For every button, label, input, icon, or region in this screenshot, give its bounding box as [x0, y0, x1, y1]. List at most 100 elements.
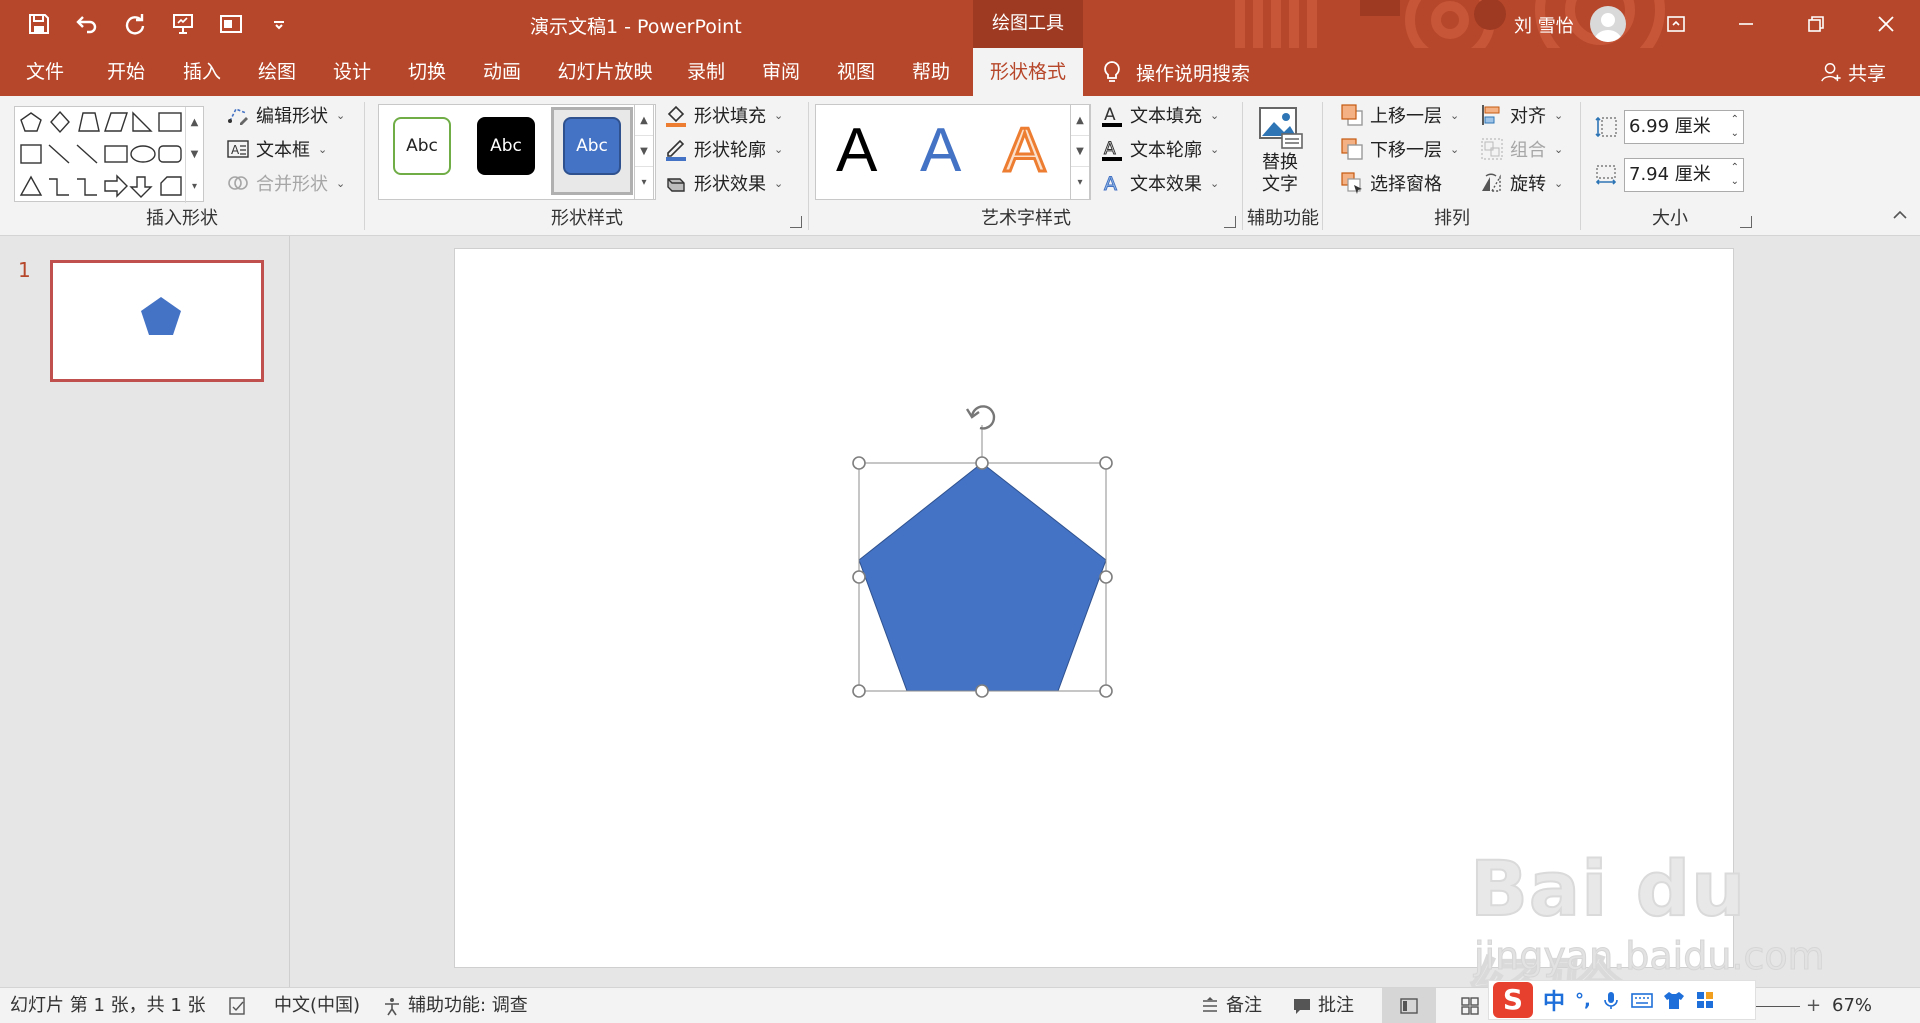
collapse-ribbon-button[interactable]: [1892, 207, 1908, 227]
shape-line-icon: [48, 144, 70, 164]
tab-design[interactable]: 设计: [326, 48, 378, 96]
shape-oval-icon: [130, 145, 156, 163]
tell-me-search[interactable]: 操作说明搜索: [1100, 48, 1250, 96]
shapes-gallery-scroll[interactable]: ▲ ▼ ▾: [185, 107, 203, 203]
zoom-level[interactable]: 67%: [1832, 988, 1872, 1023]
shapes-gallery-grid: [19, 110, 182, 198]
zoom-in-icon[interactable]: +: [1806, 988, 1821, 1023]
ribbon-display-icon: [1667, 16, 1685, 32]
slideshow-icon: [173, 14, 193, 34]
ime-toolbar[interactable]: S 中 °,: [1488, 980, 1756, 1020]
minimize-button[interactable]: [1712, 0, 1780, 48]
slide-canvas[interactable]: [454, 248, 1734, 968]
redo-icon: [125, 14, 145, 35]
undo-button[interactable]: [70, 8, 104, 40]
alt-text-button[interactable]: 替换 文字: [1256, 104, 1304, 196]
shape-diamond-icon: [50, 110, 70, 134]
shape-rectangle-icon: [104, 145, 128, 163]
slide-sorter-icon: [1461, 997, 1479, 1015]
ribbon-display-options-button[interactable]: [1642, 0, 1710, 48]
text-box-icon: A: [227, 140, 249, 158]
group-accessibility: 替换 文字 辅助功能: [1244, 96, 1322, 236]
merge-shapes-button[interactable]: 合并形状 ⌄: [226, 168, 345, 198]
comment-icon: [1294, 999, 1310, 1014]
tab-review[interactable]: 审阅: [755, 48, 807, 96]
rotate-handle-icon: [965, 405, 996, 430]
slide-workspace: [291, 236, 1920, 987]
notes-button[interactable]: 备注: [1200, 988, 1262, 1023]
group-label-wordart-styles: 艺术字样式: [981, 208, 1071, 229]
spell-check-status[interactable]: [228, 988, 248, 1023]
window-title: 演示文稿1 - PowerPoint: [530, 16, 742, 38]
keyboard-icon[interactable]: [1631, 990, 1653, 1010]
tab-help[interactable]: 帮助: [905, 48, 957, 96]
title-bar: 演示文稿1 - PowerPoint 绘图工具 刘 雪怡: [0, 0, 1920, 48]
tab-view[interactable]: 视图: [830, 48, 882, 96]
microphone-icon[interactable]: [1601, 990, 1621, 1010]
ribbon: ▲ ▼ ▾ 编辑形状 ⌄ A 文本框 ⌄ 合并形状 ⌄ 插入形状 Abc Abc Abc …: [0, 96, 1920, 236]
tab-draw[interactable]: 绘图: [251, 48, 303, 96]
ribbon-tab-row: 文件 开始 插入 绘图 设计 切换 动画 幻灯片放映 录制 审阅 视图 帮助 形…: [0, 48, 1920, 96]
user-name[interactable]: 刘 雪怡: [1514, 12, 1574, 38]
minimize-icon: [1739, 23, 1753, 25]
customize-qat-button[interactable]: [262, 8, 296, 40]
skin-shirt-icon[interactable]: [1663, 990, 1685, 1010]
accessibility-status[interactable]: 辅助功能: 调查: [382, 988, 528, 1023]
alt-text-icon: [1259, 107, 1303, 149]
avatar[interactable]: [1590, 6, 1626, 42]
shapes-gallery[interactable]: ▲ ▼ ▾: [14, 106, 204, 203]
share-label: 共享: [1848, 62, 1887, 85]
share-button[interactable]: 共享: [1820, 48, 1886, 96]
tab-transitions[interactable]: 切换: [401, 48, 453, 96]
svg-text:A: A: [231, 143, 240, 157]
tab-insert[interactable]: 插入: [176, 48, 228, 96]
shape-vertical-text-icon: [20, 144, 42, 164]
toolbox-grid-icon[interactable]: [1695, 990, 1715, 1010]
layout-icon: [220, 15, 242, 33]
comments-button[interactable]: 批注: [1292, 988, 1354, 1023]
text-box-label: 文本框: [256, 140, 310, 161]
redo-button[interactable]: [118, 8, 152, 40]
tab-file[interactable]: 文件: [20, 48, 70, 96]
resize-handle-bottom: [975, 684, 989, 698]
tab-slideshow[interactable]: 幻灯片放映: [555, 48, 655, 96]
merge-shapes-label: 合并形状: [256, 174, 328, 195]
group-separator: [1242, 102, 1243, 230]
zoom-slider[interactable]: +: [1756, 988, 1821, 1023]
tab-record[interactable]: 录制: [680, 48, 732, 96]
shape-elbow-arrow-icon: [77, 178, 97, 196]
shape-freeform-icon: [160, 176, 182, 196]
pentagon-shape: [858, 462, 1107, 692]
alt-text-label-line1: 替换: [1262, 152, 1298, 173]
share-person-icon: [1821, 63, 1841, 82]
layout-button[interactable]: [214, 8, 248, 40]
tab-animations[interactable]: 动画: [476, 48, 528, 96]
shape-styles-dialog-launcher[interactable]: [790, 216, 802, 228]
sogou-logo-icon[interactable]: S: [1493, 982, 1533, 1018]
ime-mode[interactable]: 中: [1543, 984, 1565, 1016]
slide-thumbnail[interactable]: [50, 260, 264, 382]
restore-button[interactable]: [1782, 0, 1850, 48]
notes-label: 备注: [1226, 995, 1262, 1016]
save-button[interactable]: [22, 8, 56, 40]
tab-home[interactable]: 开始: [100, 48, 152, 96]
text-box-button[interactable]: A 文本框 ⌄: [226, 134, 327, 164]
edit-shape-button[interactable]: 编辑形状 ⌄: [226, 100, 345, 130]
wordart-dialog-launcher[interactable]: [1224, 216, 1236, 228]
group-wordart-styles: 艺术字样式: [810, 96, 1242, 236]
tab-shape-format[interactable]: 形状格式: [973, 48, 1083, 96]
slide-thumbnail-pane: 1: [0, 236, 290, 987]
resize-handle-bottom-right: [1099, 684, 1113, 698]
language-status[interactable]: 中文(中国): [274, 988, 360, 1023]
shape-elbow-connector-icon: [49, 178, 69, 196]
present-from-start-button[interactable]: [166, 8, 200, 40]
normal-view-button[interactable]: [1382, 988, 1436, 1023]
size-dialog-launcher[interactable]: [1740, 216, 1752, 228]
resize-handle-bottom-left: [852, 684, 866, 698]
group-label-shape-styles: 形状样式: [551, 208, 623, 229]
merge-shapes-icon: [228, 176, 248, 190]
ime-punctuation[interactable]: °,: [1575, 990, 1591, 1011]
slide-sorter-button[interactable]: [1460, 988, 1480, 1023]
close-button[interactable]: [1852, 0, 1920, 48]
group-label-size: 大小: [1652, 208, 1688, 229]
